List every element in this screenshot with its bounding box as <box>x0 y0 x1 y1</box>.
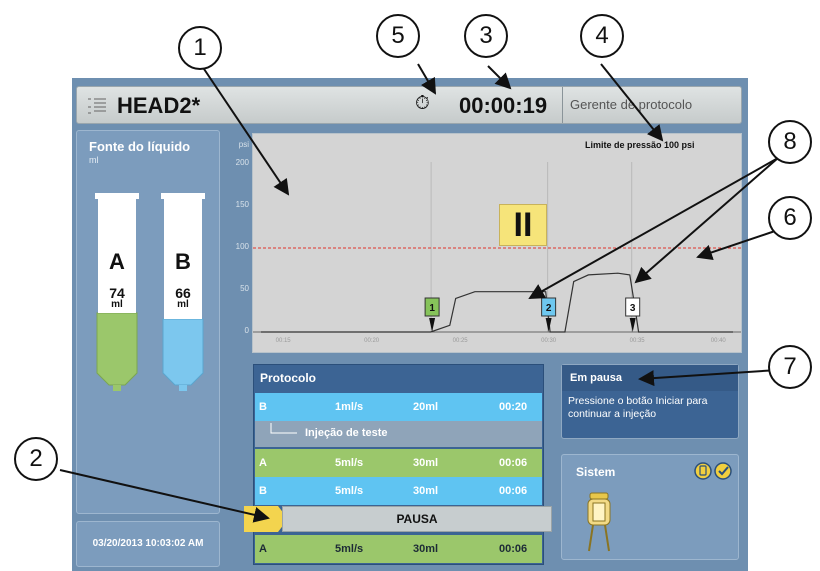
callout-1: 1 <box>178 26 222 70</box>
y-tick-label: 100 <box>235 242 249 251</box>
callout-5: 5 <box>376 14 420 58</box>
callout-arrows <box>59 63 779 523</box>
callout-6: 6 <box>768 196 812 240</box>
callout-2: 2 <box>14 437 58 481</box>
y-tick-label: 200 <box>235 158 249 167</box>
y-tick-label: 0 <box>244 326 249 335</box>
callout-4: 4 <box>580 14 624 58</box>
y-tick-label: 150 <box>235 200 249 209</box>
callout-3: 3 <box>464 14 508 58</box>
callout-8: 8 <box>768 120 812 164</box>
callout-7: 7 <box>768 345 812 389</box>
y-tick-label: 50 <box>240 284 249 293</box>
